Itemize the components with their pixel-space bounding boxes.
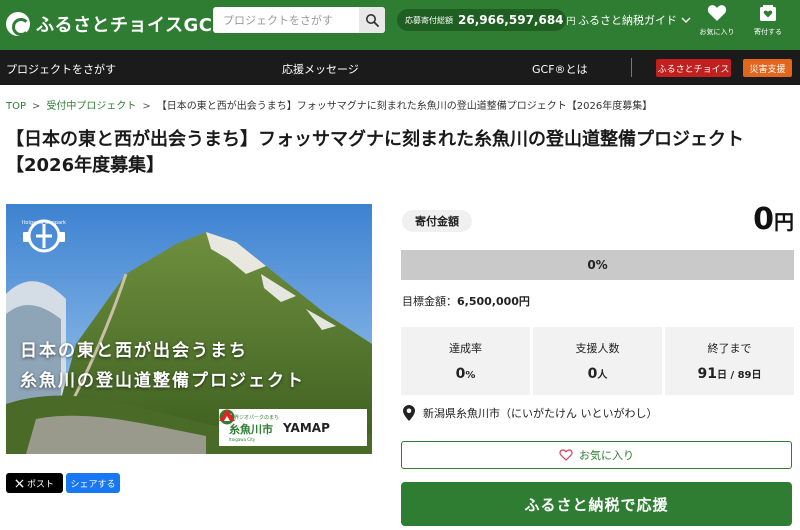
location: 新潟県糸魚川市（にいがたけん いといがわし） (403, 405, 658, 421)
breadcrumb-top[interactable]: TOP (6, 101, 26, 112)
site-logo[interactable]: ふるさとチョイスGCF® (6, 9, 234, 39)
logo-text: ふるさとチョイスGCF® (36, 15, 233, 36)
location-text: 新潟県糸魚川市（にいがたけん いといがわし） (423, 407, 658, 420)
breadcrumb-active-projects[interactable]: 受付中プロジェクト (46, 101, 136, 112)
add-favorite-button[interactable]: お気に入り (401, 441, 792, 469)
partner-city: 糸魚川市 (229, 422, 273, 436)
disaster-support-button[interactable]: 災害支援 (743, 59, 792, 77)
page-title: 【日本の東と西が出会うまち】フォッサマグナに刻まれた糸魚川の登山道整備プロジェク… (6, 129, 744, 176)
stat-supporters: 支援人数 0人 (533, 327, 662, 395)
yamap-logo: YAMAP (219, 409, 330, 435)
search-input[interactable] (213, 7, 359, 33)
hero-headline-1: 日本の東と西が出会うまち (20, 341, 248, 361)
total-label: 応募寄付総額 (405, 15, 453, 25)
facebook-share-button[interactable]: シェアする (66, 473, 120, 493)
donate-link[interactable]: 寄付する (748, 4, 788, 37)
breadcrumb-separator: > (142, 101, 151, 112)
logo-mark-icon (6, 12, 30, 36)
x-logo-icon (15, 478, 24, 488)
donation-amount-value: 0 (753, 202, 774, 237)
donation-progress-bar: 0% (401, 250, 794, 280)
search-button[interactable] (359, 7, 385, 33)
stat-remaining: 終了まで 91日 / 89日 (665, 327, 794, 395)
search-box (213, 7, 385, 33)
nav-find-projects[interactable]: プロジェクトをさがす (6, 61, 116, 77)
donate-button[interactable]: ふるさと納税で応援 (401, 482, 792, 526)
total-donation-counter: 応募寄付総額 26,966,597,684 円 (397, 9, 576, 31)
breadcrumb-separator: > (32, 101, 41, 112)
total-unit: 円 (566, 16, 576, 27)
x-post-button[interactable]: ポスト (6, 473, 63, 493)
main-nav: プロジェクトをさがす 応援メッセージ GCF®とは ふるさとチョイス 災害支援 (0, 50, 800, 85)
partner-city-en: Itoigawa City (229, 436, 256, 442)
hero-headline-2: 糸魚川の登山道整備プロジェクト (20, 371, 305, 391)
partner-logos: 世界ジオパークのまち 糸魚川市 Itoigawa City YAMAP (219, 409, 367, 446)
guide-menu[interactable]: ふるさと納税ガイド (578, 12, 691, 28)
progress-percent: 0% (587, 258, 608, 272)
yamap-mountain-icon (219, 409, 235, 421)
heart-icon (707, 5, 727, 21)
total-amount: 26,966,597,684 (458, 13, 564, 27)
geopark-logo: Itoigawa Geopark (20, 218, 68, 253)
favorites-link[interactable]: お気に入り (697, 4, 737, 37)
donate-box-icon (760, 5, 776, 21)
breadcrumb: TOP > 受付中プロジェクト > 【日本の東と西が出会うまち】フォッサマグナに刻まれた… (6, 97, 652, 112)
nav-messages[interactable]: 応援メッセージ (282, 61, 359, 77)
goal-amount: 目標金額：6,500,000円 (402, 295, 530, 308)
nav-about-gcf[interactable]: GCF®とは (532, 61, 588, 77)
donation-amount-badge: 寄付金額 (402, 210, 472, 232)
breadcrumb-current: 【日本の東と西が出会うまち】フォッサマグナに刻まれた糸魚川の登山道整備プロジェク… (156, 101, 653, 112)
heart-outline-icon (559, 449, 573, 461)
location-pin-icon (403, 405, 415, 421)
donation-amount-unit: 円 (774, 210, 794, 234)
stats-panel: 達成率 0% 支援人数 0人 終了まで 91日 / 89日 (401, 327, 794, 395)
furusato-choice-button[interactable]: ふるさとチョイス (656, 59, 731, 77)
hero-image: Itoigawa Geopark 日本の東と西が出会うまち 糸魚川の登山道整備プ… (6, 204, 372, 454)
chevron-down-icon (681, 17, 691, 23)
search-icon (366, 14, 379, 27)
partner-sub: 世界ジオパークのまち (229, 414, 280, 421)
stat-achievement: 達成率 0% (401, 327, 530, 395)
nav-divider (631, 58, 632, 77)
geopark-logo-icon (23, 219, 65, 253)
site-header: ふるさとチョイスGCF® 応募寄付総額 26,966,597,684 円 ふるさ… (0, 0, 800, 50)
donation-amount: 0円 (753, 202, 794, 237)
